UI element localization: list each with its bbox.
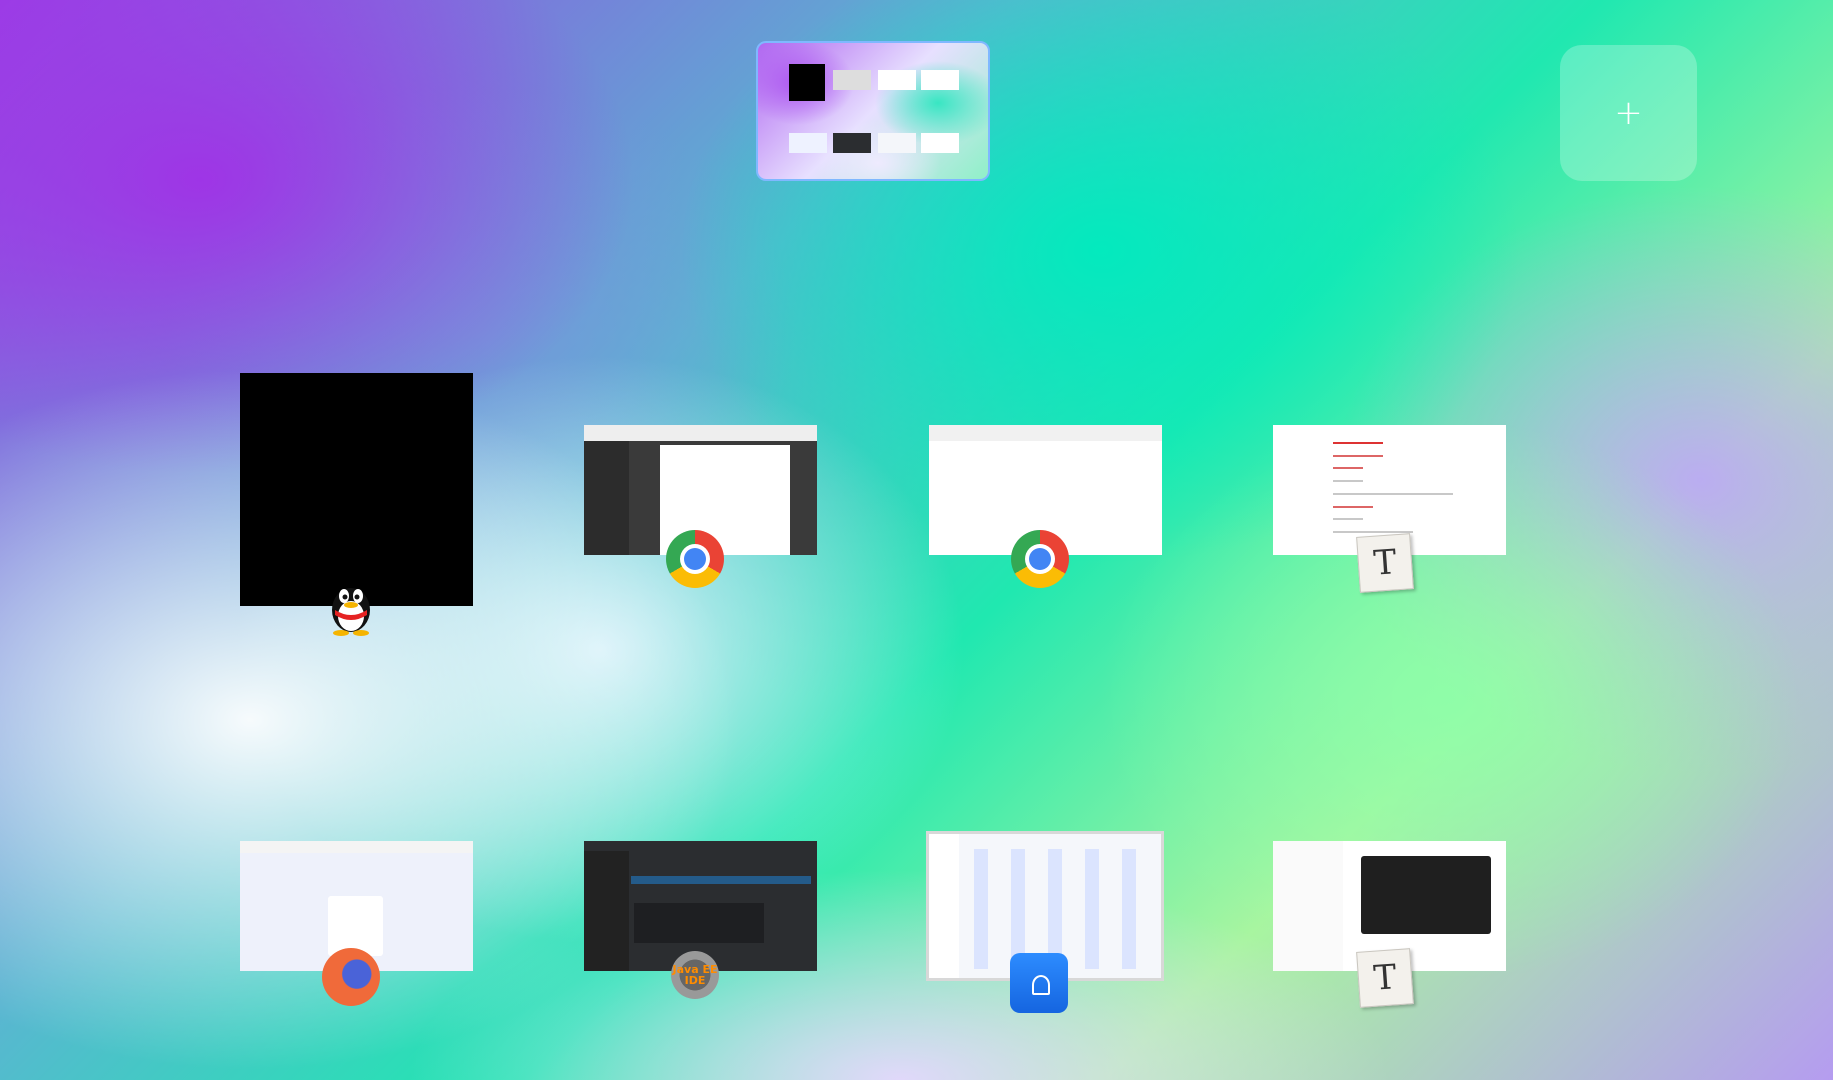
ide-sidebar [584, 851, 629, 971]
typora-sidebar [1273, 841, 1343, 971]
text-line [1333, 531, 1413, 533]
typora-icon-letter: T [1372, 957, 1398, 999]
file-manager-icon [1010, 953, 1068, 1013]
text-line [1333, 455, 1383, 457]
file-grid [974, 849, 1154, 969]
workspace-1-thumbnail[interactable] [756, 41, 990, 181]
chrome-tabbar [584, 425, 817, 441]
typora-icon-letter: T [1372, 542, 1398, 584]
chrome-tabbar [929, 425, 1162, 441]
mini-window-chrome-2 [878, 70, 916, 90]
qq-penguin-icon [324, 580, 378, 636]
add-workspace-button[interactable]: + [1560, 45, 1697, 181]
mini-window-ide [833, 133, 871, 153]
window-thumbnail-qq[interactable] [240, 373, 473, 606]
mini-window-typora-1 [921, 70, 959, 90]
typora-icon: T [1356, 533, 1414, 593]
mini-window-firefox [789, 133, 827, 153]
login-form [328, 896, 383, 956]
java-ee-ide-icon: Java EE IDE [671, 951, 719, 999]
text-line [1333, 480, 1363, 482]
mini-window-chrome-1 [833, 70, 871, 90]
plus-icon: + [1614, 93, 1643, 133]
typora-icon: T [1356, 948, 1414, 1008]
file-sidebar [929, 834, 959, 978]
firefox-icon [322, 948, 380, 1006]
text-line [1333, 467, 1363, 469]
chrome-icon [666, 530, 724, 588]
ide-selection [631, 876, 811, 884]
mini-window-typora-2 [921, 133, 959, 153]
java-ee-ide-icon-label: Java EE IDE [672, 963, 718, 987]
browser-tabbar [240, 841, 473, 853]
mini-window-files [878, 133, 916, 153]
text-line [1333, 493, 1453, 495]
pdf-sidebar [584, 441, 629, 555]
code-block [1361, 856, 1491, 934]
text-line [1333, 506, 1373, 508]
ide-panel [634, 903, 764, 943]
mini-window-qq [789, 64, 825, 101]
chrome-icon [1011, 530, 1069, 588]
text-line [1333, 442, 1383, 444]
text-line [1333, 518, 1363, 520]
